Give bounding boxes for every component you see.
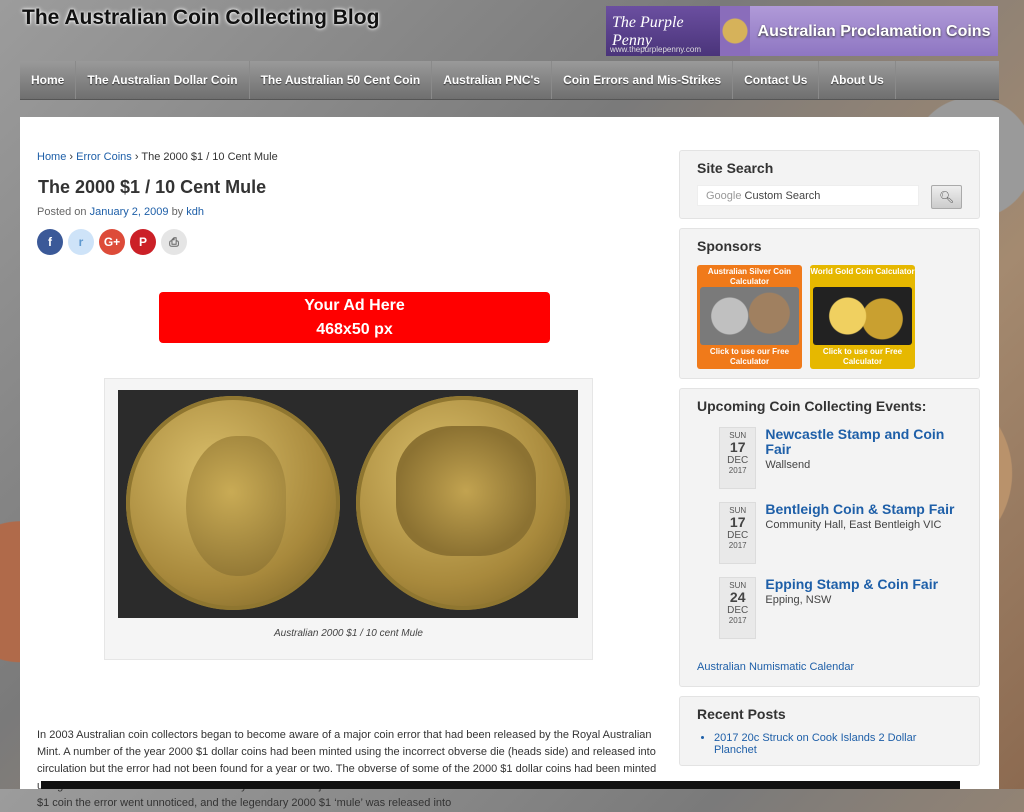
posted-by: by [171,206,184,218]
event-day: 24 [729,589,746,605]
purple-penny-banner[interactable]: The Purple Penny www.thepurplepenny.com … [606,6,998,56]
post-meta: Posted on January 2, 2009 by kdh [37,206,661,218]
events-title: Upcoming Coin Collecting Events: [697,398,927,414]
nav-contact-us[interactable]: Contact Us [733,61,820,99]
nav-pncs[interactable]: Australian PNC's [432,61,553,99]
post-date-link[interactable]: January 2, 2009 [90,206,169,218]
events-widget: Upcoming Coin Collecting Events: SUN 17 … [679,388,980,687]
sponsor-bottom-text: Click to use our Free Calculator [822,347,903,366]
print-icon[interactable]: ⎙ [161,229,187,255]
figure-caption: Australian 2000 $1 / 10 cent Mule [274,628,423,639]
event-month: DEC [727,530,749,541]
event-year: 2017 [728,616,747,625]
ad-banner[interactable]: Your Ad Here 468x50 px [159,292,550,343]
event-title-link[interactable]: Bentleigh Coin & Stamp Fair [765,502,962,517]
event-location: Epping, NSW [765,594,832,606]
search-button[interactable]: 🔍︎ [931,185,962,209]
event-date: SUN 17 DEC 2017 [719,427,757,489]
site-search-title: Site Search [697,160,774,176]
nav-about-us[interactable]: About Us [819,61,896,99]
banner-text: Australian Proclamation Coins [750,6,998,56]
event-title-link[interactable]: Epping Stamp & Coin Fair [765,577,962,592]
breadcrumb-current: The 2000 $1 / 10 Cent Mule [141,151,278,163]
site-title[interactable]: The Australian Coin Collecting Blog [22,6,379,30]
event-day: 17 [729,514,746,530]
coin-figure: Australian 2000 $1 / 10 cent Mule [104,378,593,660]
gold-coins-image [813,287,912,345]
ad-line-1: Your Ad Here [304,297,405,314]
recent-posts-title: Recent Posts [697,706,786,722]
purple-penny-logo: The Purple Penny www.thepurplepenny.com [606,6,720,56]
sponsor-top-text: Australian Silver Coin Calculator [707,267,792,286]
event-item: SUN 24 DEC 2017 Epping Stamp & Coin Fair… [719,577,962,639]
recent-post-link[interactable]: 2017 20c Struck on Cook Islands 2 Dollar… [714,732,962,756]
sidebar: Site Search Google Custom Search 🔍︎ Spon… [679,150,980,775]
breadcrumb-separator: › [134,151,139,163]
event-day: 17 [729,439,746,455]
coin-obverse-image [118,390,348,618]
event-year: 2017 [728,541,747,550]
event-year: 2017 [728,466,747,475]
banner-coins-image [720,6,750,56]
google-plus-share-icon[interactable]: G+ [99,229,125,255]
silver-coins-image [700,287,799,345]
site-header: The Australian Coin Collecting Blog The … [0,0,1024,60]
sponsors-widget: Sponsors Australian Silver Coin Calculat… [679,228,980,379]
ad-line-2: 468x50 px [316,321,393,338]
banner-logo-url: www.thepurplepenny.com [610,45,702,54]
google-brand: Google [706,190,742,202]
breadcrumb-home[interactable]: Home [37,151,66,163]
event-location: Wallsend [765,459,811,471]
bottom-bar [41,781,960,789]
post-paragraph: In 2003 Australian coin collectors began… [37,729,657,809]
event-location: Community Hall, East Bentleigh VIC [765,519,942,531]
event-date: SUN 17 DEC 2017 [719,502,757,564]
event-item: SUN 17 DEC 2017 Newcastle Stamp and Coin… [719,427,962,489]
posted-prefix: Posted on [37,206,87,218]
nav-coin-errors[interactable]: Coin Errors and Mis-Strikes [552,61,734,99]
page-container: Home › Error Coins › The 2000 $1 / 10 Ce… [20,117,999,809]
share-buttons: f r G+ P ⎙ [37,229,661,255]
search-icon: 🔍︎ [939,190,955,204]
sponsor-bottom-text: Click to use our Free Calculator [709,347,790,366]
site-search-widget: Site Search Google Custom Search 🔍︎ [679,150,980,219]
numismatic-calendar-link[interactable]: Australian Numismatic Calendar [697,661,962,673]
event-item: SUN 17 DEC 2017 Bentleigh Coin & Stamp F… [719,502,962,564]
event-title-link[interactable]: Newcastle Stamp and Coin Fair [765,427,962,457]
post-title: The 2000 $1 / 10 Cent Mule [38,177,267,197]
facebook-share-icon[interactable]: f [37,229,63,255]
coin-reverse-image [348,390,578,618]
nav-dollar-coin[interactable]: The Australian Dollar Coin [76,61,250,99]
main-content: Home › Error Coins › The 2000 $1 / 10 Ce… [37,151,661,809]
recent-posts-widget: Recent Posts 2017 20c Struck on Cook Isl… [679,696,980,766]
post-author-link[interactable]: kdh [186,206,204,218]
event-month: DEC [727,605,749,616]
silver-calculator-ad[interactable]: Australian Silver Coin Calculator Click … [697,265,802,369]
breadcrumb-separator: › [69,151,74,163]
search-placeholder: Custom Search [744,190,821,202]
reddit-share-icon[interactable]: r [68,229,94,255]
event-month: DEC [727,455,749,466]
pinterest-share-icon[interactable]: P [130,229,156,255]
breadcrumb-category[interactable]: Error Coins [76,151,132,163]
breadcrumb: Home › Error Coins › The 2000 $1 / 10 Ce… [37,151,661,163]
event-date: SUN 24 DEC 2017 [719,577,757,639]
main-nav: Home The Australian Dollar Coin The Aust… [20,61,999,100]
search-input[interactable]: Google Custom Search [697,185,920,206]
gold-calculator-ad[interactable]: World Gold Coin Calculator Click to use … [810,265,915,369]
coin-photo[interactable] [118,390,578,618]
nav-home[interactable]: Home [20,61,77,99]
nav-50-cent-coin[interactable]: The Australian 50 Cent Coin [250,61,433,99]
sponsor-top-text: World Gold Coin Calculator [810,267,915,276]
sponsors-title: Sponsors [697,238,762,254]
